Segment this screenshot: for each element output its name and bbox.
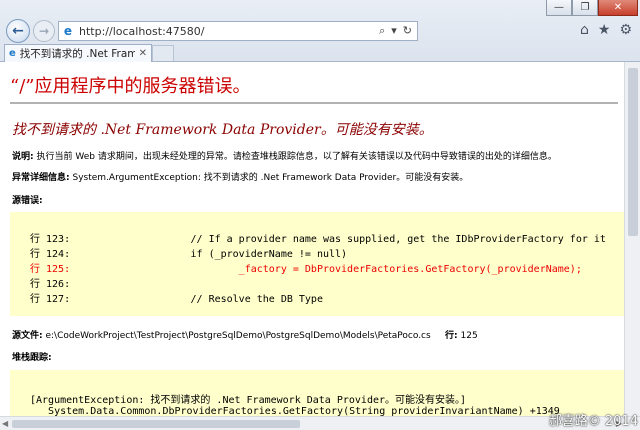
- tab-favicon-icon: e: [9, 48, 16, 59]
- stack-trace-box: [ArgumentException: 找不到请求的 .Net Framewor…: [10, 370, 624, 416]
- search-icon[interactable]: ⌕: [379, 24, 385, 38]
- browser-chrome: — ❐ ✕ ← → e http://localhost:47580/ ⌕ ▾ …: [0, 0, 640, 62]
- maximize-button[interactable]: ❐: [572, 0, 598, 16]
- window-controls: — ❐ ✕: [546, 0, 638, 16]
- description-label: 说明:: [12, 152, 34, 162]
- page-title: “/”应用程序中的服务器错误。: [10, 76, 251, 97]
- forward-arrow-icon: →: [38, 24, 50, 38]
- settings-gear-icon[interactable]: ⚙: [619, 22, 632, 38]
- stack-trace-heading: 堆栈跟踪:: [12, 350, 52, 363]
- forward-button[interactable]: →: [33, 20, 55, 42]
- line-label: 行:: [445, 331, 458, 341]
- description-text: 执行当前 Web 请求期间，出现未经处理的异常。请检查堆栈跟踪信息，以了解有关该…: [36, 152, 557, 162]
- watermark: 郝喜路© 2014: [548, 414, 638, 429]
- code-line: 行 124: if (_providerName != null): [30, 249, 348, 260]
- dropdown-icon[interactable]: ▾: [391, 24, 397, 38]
- minimize-button[interactable]: —: [546, 0, 572, 16]
- source-error-heading: 源错误:: [12, 193, 43, 206]
- scroll-left-icon[interactable]: ◀: [2, 417, 8, 430]
- code-line-error: 行 125: _factory = DbProviderFactories.Ge…: [30, 264, 582, 275]
- exception-label: 异常详细信息:: [12, 173, 70, 183]
- back-button[interactable]: ←: [6, 19, 30, 43]
- vertical-scroll-thumb[interactable]: [628, 68, 638, 236]
- stack-trace-label: 堆栈跟踪:: [12, 353, 52, 363]
- code-line: 行 127: // Resolve the DB Type: [30, 294, 323, 305]
- stack-line: [ArgumentException: 找不到请求的 .Net Framewor…: [30, 395, 467, 406]
- tab-title: 找不到请求的 .Net Frame...: [19, 48, 135, 60]
- home-icon[interactable]: ⌂: [580, 22, 589, 38]
- close-window-button[interactable]: ✕: [598, 0, 638, 16]
- title-divider: [10, 102, 618, 104]
- source-error-label: 源错误:: [12, 196, 43, 206]
- exception-line: 异常详细信息: System.ArgumentException: 找不到请求的…: [12, 170, 468, 183]
- back-arrow-icon: ←: [12, 23, 24, 39]
- code-line: 行 126:: [30, 279, 71, 290]
- code-line: 行 123: // If a provider name was supplie…: [30, 234, 606, 245]
- horizontal-scrollbar[interactable]: ◀ ▶: [0, 416, 640, 430]
- address-url[interactable]: http://localhost:47580/: [77, 25, 379, 38]
- vertical-scrollbar[interactable]: [624, 62, 640, 416]
- refresh-icon[interactable]: ↻: [403, 24, 412, 38]
- exception-text: System.ArgumentException: 找不到请求的 .Net Fr…: [72, 173, 469, 183]
- toolbar-right: ⌂ ★ ⚙: [580, 22, 632, 38]
- stack-line: System.Data.Common.DbProviderFactories.G…: [30, 406, 560, 416]
- source-code-box: 行 123: // If a provider name was supplie…: [10, 212, 624, 316]
- ie-page-icon: e: [63, 24, 73, 38]
- tab-active[interactable]: e 找不到请求的 .Net Frame... ✕: [4, 44, 152, 62]
- new-tab-button[interactable]: [152, 45, 174, 61]
- source-file-line: 源文件: e:\CodeWorkProject\TestProject\Post…: [12, 328, 478, 341]
- source-file-label: 源文件:: [12, 331, 43, 341]
- line-number: 125: [460, 331, 478, 341]
- description-line: 说明: 执行当前 Web 请求期间，出现未经处理的异常。请检查堆栈跟踪信息，以了…: [12, 149, 557, 162]
- tab-close-icon[interactable]: ✕: [139, 48, 151, 59]
- source-file-path: e:\CodeWorkProject\TestProject\PostgreSq…: [45, 331, 431, 341]
- horizontal-scroll-thumb[interactable]: [12, 420, 300, 428]
- error-subtitle: 找不到请求的 .Net Framework Data Provider。可能没有…: [12, 122, 433, 138]
- address-bar[interactable]: e http://localhost:47580/ ⌕ ▾ ↻: [58, 21, 418, 41]
- page-content: “/”应用程序中的服务器错误。 找不到请求的 .Net Framework Da…: [0, 62, 624, 416]
- favorites-star-icon[interactable]: ★: [598, 22, 611, 38]
